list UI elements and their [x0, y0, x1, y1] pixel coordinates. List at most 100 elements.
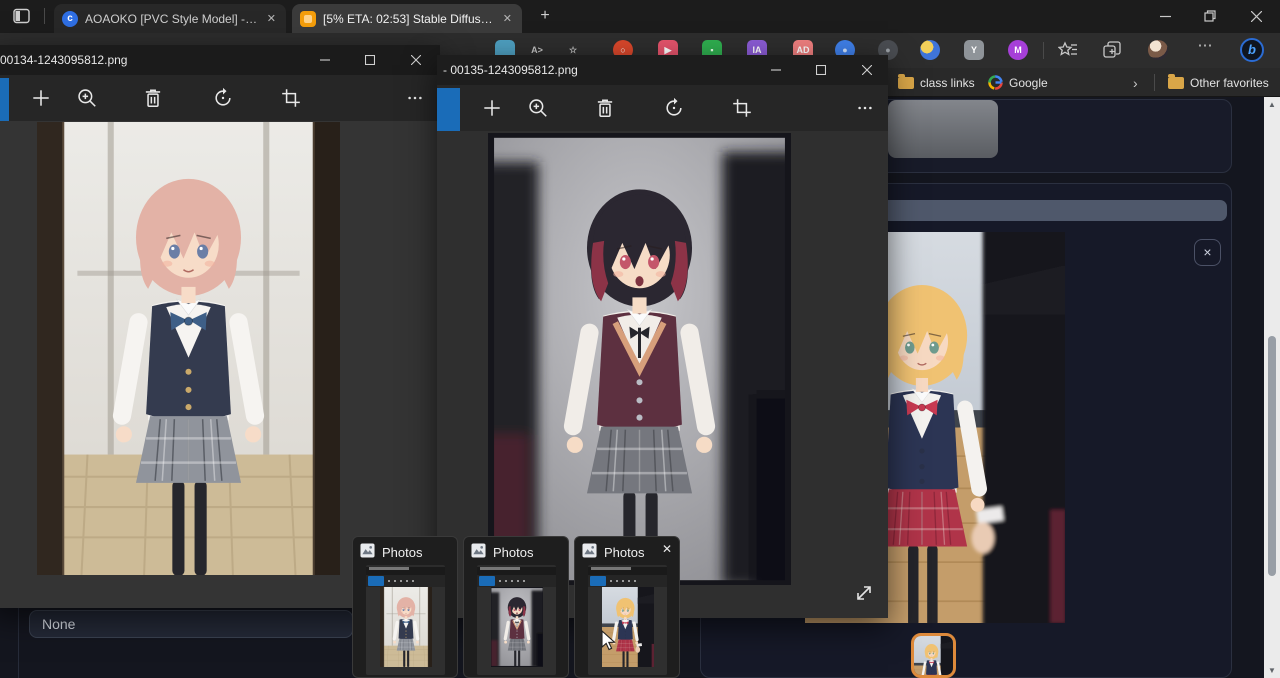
mini-see-all-photos-button	[368, 576, 384, 586]
preview-mini-window[interactable]	[588, 565, 667, 675]
preview-mini-window[interactable]	[477, 565, 556, 675]
sd-close-gallery-button[interactable]: ×	[1194, 239, 1221, 266]
scroll-up-icon[interactable]: ▲	[1264, 97, 1280, 112]
mini-toolbar-icon	[523, 580, 525, 582]
photos2-zoom-icon[interactable]	[526, 96, 550, 120]
new-tab-button[interactable]: +	[534, 5, 556, 27]
folder-icon	[898, 77, 914, 89]
scroll-down-icon[interactable]: ▼	[1264, 663, 1280, 678]
mini-see-all-photos-button	[479, 576, 495, 586]
mini-toolbar-icon	[505, 580, 507, 582]
mini-toolbar-icon	[394, 580, 396, 582]
settings-more-icon[interactable]: ⋯	[1194, 36, 1216, 64]
photos2-add-icon[interactable]	[480, 96, 504, 120]
photos2-close-button[interactable]	[850, 55, 884, 85]
favorites-star-icon[interactable]	[1058, 41, 1078, 60]
other-favorites-folder[interactable]: Other favorites	[1168, 72, 1269, 93]
photos1-minimize-button[interactable]	[308, 45, 342, 75]
photos2-maximize-button[interactable]	[804, 55, 838, 85]
mini-toolbar-icon	[511, 580, 513, 582]
photos2-rotate-icon[interactable]	[662, 96, 686, 120]
browser-titlebar: c AOAOKO [PVC Style Model] - PV ✕ [5% ET…	[0, 0, 1280, 33]
window-close-button[interactable]	[1234, 0, 1278, 32]
ext-magenta[interactable]: M	[1008, 40, 1028, 60]
taskbar-preview-photos-1[interactable]: Photos	[352, 536, 458, 678]
preview-close-icon[interactable]: ✕	[662, 542, 672, 556]
maximize-icon	[816, 65, 826, 75]
see-all-photos-button[interactable]	[437, 88, 460, 131]
tab-civitai[interactable]: c AOAOKO [PVC Style Model] - PV ✕	[54, 4, 286, 33]
gradio-favicon	[300, 11, 316, 27]
expand-image-icon[interactable]	[853, 582, 875, 604]
mini-command-bar	[366, 575, 445, 587]
sd-selected-thumbnail[interactable]	[911, 633, 956, 678]
civitai-favicon: c	[62, 11, 78, 27]
photos-app-icon	[360, 543, 375, 561]
mini-toolbar-icon	[610, 580, 612, 582]
see-all-photos-button[interactable]	[0, 78, 9, 121]
tab-close-icon[interactable]: ✕	[265, 12, 278, 25]
preview-mini-window[interactable]	[366, 565, 445, 675]
mini-toolbar-icon	[499, 580, 501, 582]
photos2-delete-icon[interactable]	[593, 96, 617, 120]
tab-title: AOAOKO [PVC Style Model] - PV	[85, 12, 258, 26]
favorite-class-links[interactable]: class links	[898, 72, 975, 93]
mini-toolbar-icon	[616, 580, 618, 582]
window-minimize-button[interactable]	[1143, 0, 1187, 32]
photos2-more-icon[interactable]	[853, 96, 877, 120]
photos1-image[interactable]	[37, 122, 340, 575]
photos2-crop-icon[interactable]	[730, 96, 754, 120]
photos-window-2: - 00135-1243095812.png	[437, 55, 888, 618]
tab-close-icon[interactable]: ✕	[501, 12, 514, 25]
photos1-maximize-button[interactable]	[353, 45, 387, 75]
window-restore-button[interactable]	[1188, 0, 1232, 32]
bing-discover-icon[interactable]: b	[1240, 38, 1264, 62]
mini-titlebar	[477, 567, 556, 575]
photos2-minimize-button[interactable]	[759, 55, 793, 85]
mini-toolbar-icon	[622, 580, 624, 582]
photos1-add-icon[interactable]	[29, 86, 53, 110]
mini-canvas	[477, 587, 556, 675]
favorite-label: Other favorites	[1190, 76, 1269, 90]
mini-toolbar-icon	[406, 580, 408, 582]
sd-dropdown[interactable]: None	[29, 610, 353, 638]
profile-avatar[interactable]	[1148, 40, 1168, 60]
sd-interrupt-button[interactable]	[888, 100, 998, 158]
mini-toolbar-icon	[634, 580, 636, 582]
scrollbar-thumb[interactable]	[1268, 336, 1276, 576]
restore-icon	[1204, 10, 1216, 22]
photos1-crop-icon[interactable]	[279, 86, 303, 110]
ext-y[interactable]: Y	[964, 40, 984, 60]
favbar-divider	[1154, 74, 1155, 91]
minimize-icon	[320, 55, 330, 65]
preview-header: Photos	[471, 543, 533, 561]
tab-actions-icon[interactable]	[13, 8, 31, 25]
favorites-overflow-chevron[interactable]: ›	[1133, 72, 1138, 93]
mini-command-bar	[477, 575, 556, 587]
photos-app-icon	[582, 543, 597, 561]
taskbar-preview-photos-3[interactable]: Photos ✕	[574, 536, 680, 678]
ext-globe[interactable]	[920, 40, 940, 60]
mini-titlebar	[588, 567, 667, 575]
favorite-google[interactable]: Google	[988, 72, 1048, 93]
photos1-rotate-icon[interactable]	[211, 86, 235, 110]
folder-icon	[1168, 77, 1184, 89]
close-icon	[411, 55, 421, 65]
page-scrollbar[interactable]: ▲ ▼	[1264, 97, 1280, 678]
preview-label: Photos	[604, 545, 644, 560]
mini-canvas	[366, 587, 445, 675]
tab-stable-diffusion[interactable]: [5% ETA: 02:53] Stable Diffusion ✕	[292, 4, 522, 33]
photos1-zoom-icon[interactable]	[75, 86, 99, 110]
photos1-title: 00134-1243095812.png	[0, 53, 127, 67]
photos1-delete-icon[interactable]	[141, 86, 165, 110]
taskbar-preview-photos-2[interactable]: Photos	[463, 536, 569, 678]
favorite-label: Google	[1009, 76, 1048, 90]
photos1-more-icon[interactable]	[403, 86, 427, 110]
mini-toolbar-icon	[628, 580, 630, 582]
tab-title: [5% ETA: 02:53] Stable Diffusion	[323, 12, 494, 26]
photos-app-icon	[471, 543, 486, 561]
mini-toolbar-icon	[400, 580, 402, 582]
photos2-image[interactable]	[488, 133, 791, 585]
photos1-close-button[interactable]	[399, 45, 433, 75]
collections-icon[interactable]	[1103, 41, 1122, 60]
